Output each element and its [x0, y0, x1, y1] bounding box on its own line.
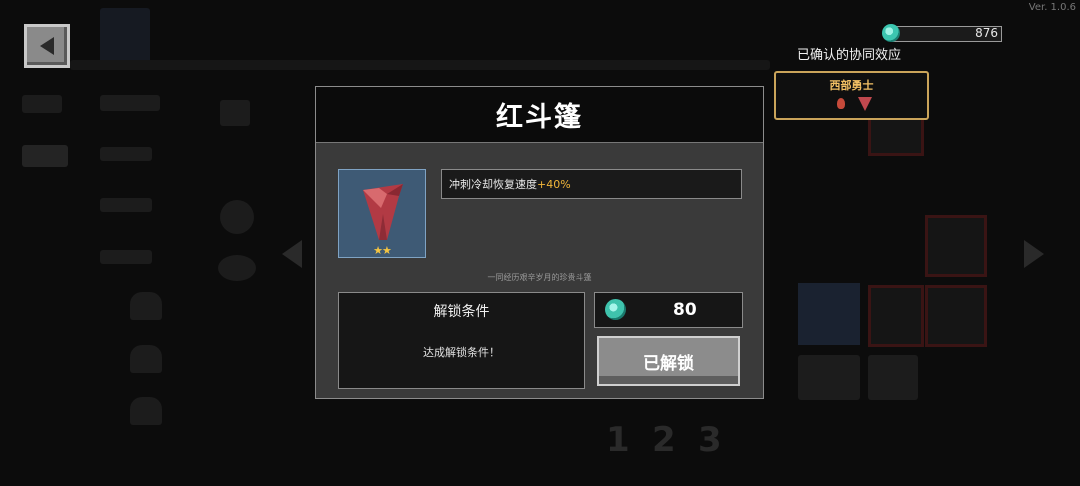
background-page-number: 1	[606, 420, 630, 460]
background-slot	[798, 355, 860, 400]
gem-counter: 876	[882, 24, 1002, 43]
item-rarity-stars: ★★	[373, 244, 392, 257]
background-slot	[925, 285, 987, 347]
background-lock	[130, 292, 162, 320]
flame-icon	[837, 98, 845, 109]
stat-text: 冲刺冷却恢复速度	[449, 178, 537, 191]
background-page-number: 2	[652, 420, 676, 460]
dialog-title: 红斗篷	[496, 102, 583, 133]
background-left-arrow	[282, 240, 302, 268]
background-lock	[130, 397, 162, 425]
synergy-card[interactable]: 西部勇士	[774, 71, 929, 120]
version-label: Ver. 1.0.6	[1028, 2, 1076, 13]
background-icon	[220, 200, 254, 234]
background-menu-item	[22, 145, 68, 167]
unlock-condition-box: 解锁条件 达成解锁条件！	[338, 292, 585, 389]
background-character	[100, 8, 150, 63]
price-box: 80	[594, 292, 743, 328]
stat-bonus: +40%	[537, 177, 571, 191]
background-right-arrow	[1024, 240, 1044, 268]
background-title-bar	[70, 60, 770, 70]
synergy-card-name: 西部勇士	[829, 79, 874, 92]
stat-box: 冲刺冷却恢复速度 +40%	[441, 169, 742, 199]
back-arrow-icon	[40, 37, 54, 55]
background-page-number: 3	[698, 420, 722, 460]
background-icon	[218, 255, 256, 281]
background-slot	[925, 215, 987, 277]
gem-icon	[605, 299, 626, 320]
unlocked-button-label: 已解锁	[643, 353, 694, 374]
dialog-header: 红斗篷	[316, 87, 763, 143]
item-slot: ★★	[338, 169, 426, 258]
gem-icon	[882, 24, 900, 42]
gem-amount: 876	[975, 26, 998, 40]
background-menu-item	[100, 95, 160, 111]
background-menu-item	[100, 147, 152, 161]
item-flavor-text: 一同经历艰辛岁月的珍贵斗篷	[487, 273, 592, 282]
cape-icon	[858, 97, 872, 111]
item-detail-dialog: 红斗篷 ★★ 冲刺冷却恢复速度 +40% 一同经历艰辛岁月的珍贵斗篷 解锁条件 达…	[315, 86, 764, 399]
price-value: 80	[673, 300, 697, 320]
background-menu-item	[100, 198, 152, 212]
synergy-title: 已确认的协同效应	[797, 48, 902, 63]
unlock-condition-text: 达成解锁条件！	[423, 346, 500, 359]
unlock-condition-label: 解锁条件	[433, 304, 490, 320]
background-lock	[130, 345, 162, 373]
unlocked-button[interactable]: 已解锁	[597, 336, 740, 386]
background-menu-item	[100, 250, 152, 264]
background-slot	[868, 285, 924, 347]
background-icon	[220, 100, 250, 126]
back-button[interactable]	[24, 24, 70, 68]
background-menu-item	[22, 95, 62, 113]
background-slot	[798, 283, 860, 345]
background-slot	[868, 355, 918, 400]
red-cape-icon	[363, 184, 403, 240]
